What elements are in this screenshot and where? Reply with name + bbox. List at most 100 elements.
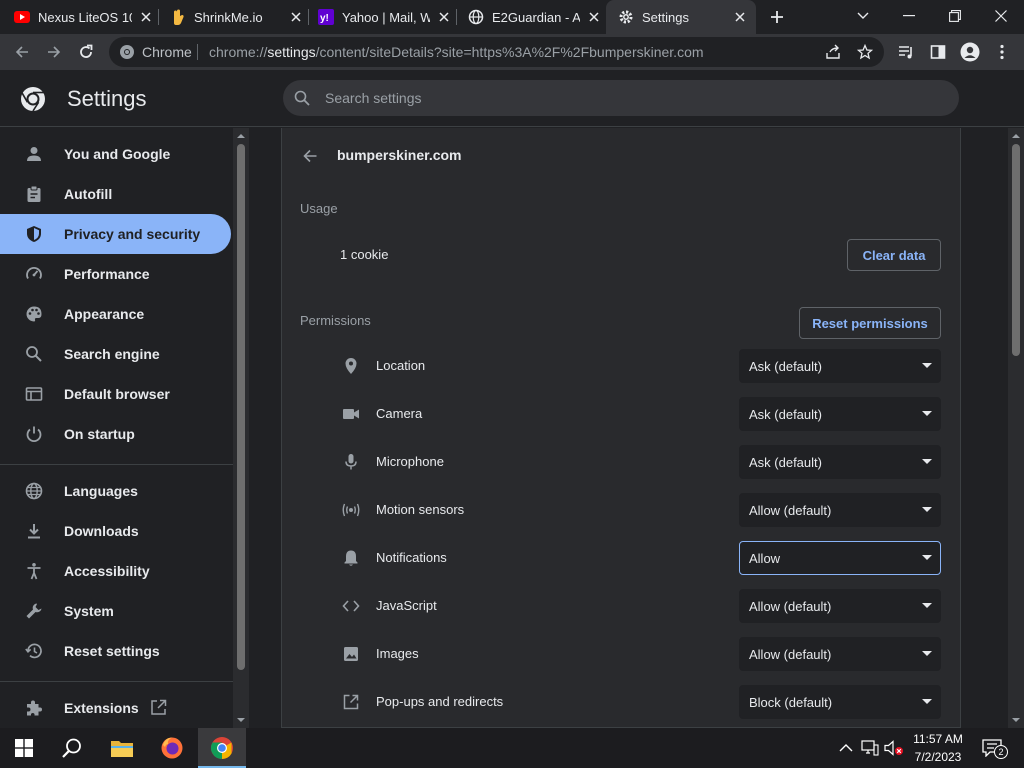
taskbar-file-explorer[interactable] <box>98 728 146 768</box>
address-bar[interactable]: Chrome chrome://settings/content/siteDet… <box>109 37 884 67</box>
back-arrow-button[interactable] <box>298 144 322 168</box>
popups-permission-select[interactable]: Block (default) <box>739 685 941 719</box>
main-scrollbar[interactable] <box>1008 128 1024 728</box>
sidebar-scroll-thumb[interactable] <box>237 144 245 670</box>
media-controls-icon[interactable] <box>892 38 920 66</box>
profile-avatar-icon[interactable] <box>956 38 984 66</box>
sidebar-item-on-startup[interactable]: On startup <box>0 414 231 454</box>
tray-overflow-chevron-icon[interactable] <box>836 738 856 758</box>
motion-sensors-permission-select[interactable]: Allow (default) <box>739 493 941 527</box>
permission-row-camera: Camera Ask (default) <box>281 390 961 438</box>
back-navigation-button[interactable] <box>8 38 36 66</box>
side-panel-icon[interactable] <box>924 38 952 66</box>
sidebar-item-label: Default browser <box>64 386 170 402</box>
search-icon <box>293 89 311 107</box>
bookmark-star-icon[interactable] <box>855 42 875 62</box>
select-value: Ask (default) <box>749 407 822 422</box>
search-input[interactable] <box>325 80 925 116</box>
clock-date[interactable]: 7/2/2023 <box>908 750 968 764</box>
shield-icon <box>24 224 44 244</box>
dropdown-arrow-icon <box>922 603 932 608</box>
sidebar-item-default-browser[interactable]: Default browser <box>0 374 231 414</box>
open-in-new-icon <box>341 692 361 712</box>
new-tab-button[interactable] <box>766 6 788 28</box>
forward-navigation-button[interactable] <box>40 38 68 66</box>
javascript-permission-select[interactable]: Allow (default) <box>739 589 941 623</box>
reload-button[interactable] <box>72 38 100 66</box>
close-window-button[interactable] <box>987 4 1015 28</box>
sidebar-item-reset-settings[interactable]: Reset settings <box>0 631 231 671</box>
select-value: Allow (default) <box>749 647 832 662</box>
sidebar-item-performance[interactable]: Performance <box>0 254 231 294</box>
select-value: Allow (default) <box>749 599 832 614</box>
permission-label: Pop-ups and redirects <box>376 694 504 709</box>
tab-title: E2Guardian - Ac <box>492 9 580 25</box>
camera-icon <box>341 404 361 424</box>
taskbar-firefox[interactable] <box>148 728 196 768</box>
tab-yahoo[interactable]: y! Yahoo | Mail, We <box>318 0 452 34</box>
main-scroll-thumb[interactable] <box>1012 144 1020 356</box>
reset-permissions-button[interactable]: Reset permissions <box>799 307 941 339</box>
scroll-down-icon[interactable] <box>236 715 246 725</box>
volume-muted-icon[interactable] <box>884 738 904 758</box>
permission-row-motion-sensors: Motion sensors Allow (default) <box>281 486 961 534</box>
dropdown-arrow-icon <box>922 411 932 416</box>
close-tab-icon[interactable] <box>436 9 452 25</box>
sidebar-item-system[interactable]: System <box>0 591 231 631</box>
speedometer-icon <box>24 264 44 284</box>
sidebar-item-languages[interactable]: Languages <box>0 471 231 511</box>
sidebar-item-autofill[interactable]: Autofill <box>0 174 231 214</box>
taskbar-search-button[interactable] <box>48 728 96 768</box>
sidebar-item-appearance[interactable]: Appearance <box>0 294 231 334</box>
restore-icon <box>24 641 44 661</box>
settings-search-box[interactable] <box>283 80 959 116</box>
tab-youtube[interactable]: Nexus LiteOS 10 <box>14 0 154 34</box>
close-tab-icon[interactable] <box>288 9 304 25</box>
scroll-up-icon[interactable] <box>236 131 246 141</box>
permission-label: Camera <box>376 406 423 421</box>
chrome-site-icon[interactable] <box>119 44 135 60</box>
images-permission-select[interactable]: Allow (default) <box>739 637 941 671</box>
sidebar-item-label: Privacy and security <box>64 226 201 242</box>
sidebar-item-downloads[interactable]: Downloads <box>0 511 231 551</box>
sidebar-item-search-engine[interactable]: Search engine <box>0 334 231 374</box>
minimize-button[interactable] <box>895 4 923 28</box>
sidebar-item-label: On startup <box>64 426 135 442</box>
clipboard-icon <box>24 184 44 204</box>
location-permission-select[interactable]: Ask (default) <box>739 349 941 383</box>
start-button[interactable] <box>0 728 48 768</box>
more-menu-icon[interactable] <box>988 38 1016 66</box>
close-tab-icon[interactable] <box>138 9 154 25</box>
restore-window-button[interactable] <box>941 4 969 28</box>
tab-settings[interactable]: Settings <box>606 0 756 34</box>
hand-icon <box>170 9 186 25</box>
clear-data-button[interactable]: Clear data <box>847 239 941 271</box>
tab-e2guardian[interactable]: E2Guardian - Ac <box>468 0 602 34</box>
sidebar-scrollbar[interactable] <box>233 128 249 728</box>
accessibility-icon <box>24 561 44 581</box>
microphone-permission-select[interactable]: Ask (default) <box>739 445 941 479</box>
url-text[interactable]: chrome://settings/content/siteDetails?si… <box>209 44 704 60</box>
location-pin-icon <box>341 356 361 376</box>
close-tab-icon[interactable] <box>586 9 602 25</box>
permission-label: Images <box>376 646 419 661</box>
page-title: Settings <box>67 86 147 111</box>
sidebar-item-label: Autofill <box>64 186 113 202</box>
network-icon[interactable] <box>860 738 880 758</box>
taskbar-chrome[interactable] <box>198 728 246 768</box>
sidebar-item-you-and-google[interactable]: You and Google <box>0 134 231 174</box>
camera-permission-select[interactable]: Ask (default) <box>739 397 941 431</box>
permission-row-microphone: Microphone Ask (default) <box>281 438 961 486</box>
yahoo-icon: y! <box>318 9 334 25</box>
tab-shrinkme[interactable]: ShrinkMe.io <box>170 0 304 34</box>
notifications-permission-select[interactable]: Allow <box>739 541 941 575</box>
clock-time[interactable]: 11:57 AM <box>908 732 968 746</box>
sidebar-item-accessibility[interactable]: Accessibility <box>0 551 231 591</box>
share-icon[interactable] <box>823 42 843 62</box>
sidebar-item-privacy-and-security[interactable]: Privacy and security <box>0 214 231 254</box>
sidebar-item-extensions[interactable]: Extensions <box>0 688 231 728</box>
scroll-up-icon[interactable] <box>1011 131 1021 141</box>
close-tab-icon[interactable] <box>732 9 748 25</box>
tab-search-button[interactable] <box>849 4 877 28</box>
scroll-down-icon[interactable] <box>1011 715 1021 725</box>
